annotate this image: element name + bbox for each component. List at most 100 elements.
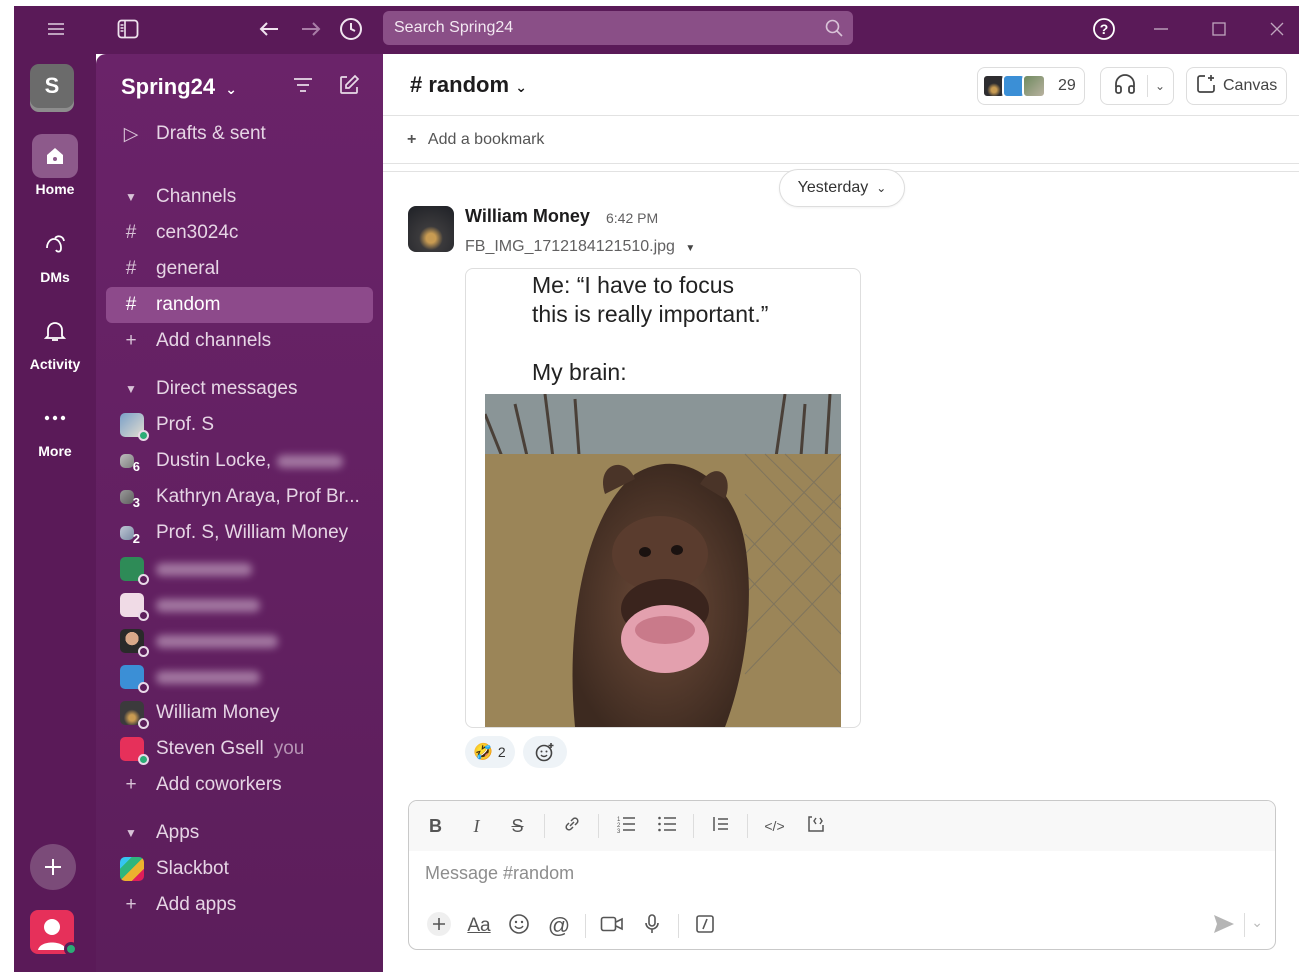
message-author[interactable]: William Money — [465, 206, 590, 227]
dm-item[interactable] — [106, 659, 373, 695]
bulleted-list-icon[interactable] — [646, 815, 687, 838]
divider — [1244, 913, 1245, 937]
code-block-icon[interactable] — [795, 815, 836, 838]
apps-section-header[interactable]: ▼ Apps — [106, 815, 373, 851]
emoji-icon[interactable] — [499, 913, 539, 940]
rail-dms[interactable]: DMs — [14, 222, 96, 285]
blockquote-icon[interactable] — [700, 815, 741, 838]
chevron-down-icon[interactable]: ⌄ — [1155, 79, 1165, 93]
help-icon[interactable]: ? — [1089, 14, 1119, 44]
canvas-icon — [1195, 73, 1217, 100]
presence-indicator — [64, 942, 78, 956]
compose-icon[interactable] — [338, 74, 360, 101]
members-button[interactable]: 29 — [977, 67, 1085, 105]
workspace-switcher[interactable]: S — [30, 64, 74, 108]
add-channels-button[interactable]: + Add channels — [106, 323, 373, 359]
italic-icon[interactable]: I — [456, 816, 497, 837]
sidebar-item-slackbot[interactable]: Slackbot — [106, 851, 373, 887]
ordered-list-icon[interactable]: 123 — [605, 815, 646, 838]
dm-item[interactable]: 2 Prof. S, William Money — [106, 515, 373, 551]
close-icon[interactable] — [1262, 14, 1292, 44]
bold-icon[interactable]: B — [415, 816, 456, 837]
redacted-name — [156, 670, 260, 684]
history-clock-icon[interactable] — [336, 14, 366, 44]
sidebar-item-random[interactable]: # random — [106, 287, 373, 323]
minimize-icon[interactable] — [1146, 14, 1176, 44]
goat-photo — [485, 394, 841, 727]
add-coworkers-button[interactable]: + Add coworkers — [106, 767, 373, 803]
dm-item[interactable] — [106, 623, 373, 659]
video-icon[interactable] — [592, 915, 632, 938]
rail-dms-label: DMs — [40, 269, 70, 285]
dms-section-header[interactable]: ▼ Direct messages — [106, 371, 373, 407]
avatar[interactable] — [408, 206, 454, 252]
send-button[interactable] — [1213, 914, 1235, 939]
svg-text:?: ? — [1100, 21, 1109, 37]
message-input[interactable]: Message #random — [425, 863, 574, 884]
caret-down-icon: ▼ — [685, 243, 696, 254]
filter-icon[interactable] — [292, 76, 314, 99]
back-arrow-icon[interactable] — [254, 14, 284, 44]
chevron-down-icon: ⌄ — [876, 181, 887, 195]
link-icon[interactable] — [551, 815, 592, 838]
mention-icon[interactable]: @ — [539, 913, 579, 939]
text-format-icon[interactable]: Aa — [459, 915, 499, 937]
avatar — [120, 629, 149, 657]
sidebar-toggle-icon[interactable] — [113, 14, 143, 44]
forward-arrow-icon[interactable] — [296, 14, 326, 44]
avatar — [120, 701, 149, 729]
rail-more[interactable]: More — [14, 396, 96, 459]
microphone-icon[interactable] — [632, 913, 672, 940]
sidebar-item-general[interactable]: # general — [106, 251, 373, 287]
plus-icon: + — [125, 774, 137, 795]
dm-item-self[interactable]: Steven Gsell you — [106, 731, 373, 767]
reaction-count: 2 — [497, 744, 506, 760]
add-reaction-button[interactable] — [523, 736, 567, 768]
dm-item[interactable]: Prof. S — [106, 407, 373, 443]
day-divider-button[interactable]: Yesterday ⌄ — [779, 169, 905, 207]
rail-home[interactable]: Home — [14, 134, 96, 197]
search-input[interactable]: Search Spring24 — [383, 11, 853, 45]
message-timestamp[interactable]: 6:42 PM — [606, 210, 658, 226]
formatting-toolbar: B I S 123 </> — [409, 801, 1275, 851]
rofl-emoji-icon: 🤣 — [473, 744, 493, 761]
canvas-button[interactable]: Canvas — [1186, 67, 1287, 105]
huddle-button[interactable]: ⌄ — [1100, 67, 1174, 105]
image-attachment[interactable]: Me: “I have to focus this is really impo… — [465, 268, 861, 728]
file-name[interactable]: FB_IMG_1712184121510.jpg ▼ — [465, 238, 695, 256]
section-label: Direct messages — [156, 378, 298, 399]
sidebar-item-cen3024c[interactable]: # cen3024c — [106, 215, 373, 251]
dm-item[interactable]: 3 Kathryn Araya, Prof Br... — [106, 479, 373, 515]
sidebar-item-drafts[interactable]: ▷ Drafts & sent — [106, 116, 373, 152]
dms-icon — [32, 222, 78, 266]
channels-section-header[interactable]: ▼ Channels — [106, 179, 373, 215]
reaction-pill[interactable]: 🤣 2 — [465, 736, 515, 768]
maximize-icon[interactable] — [1204, 14, 1234, 44]
chevron-down-icon[interactable]: ⌄ — [1251, 914, 1263, 931]
title-bar: Search Spring24 ? — [14, 6, 1299, 54]
code-icon[interactable]: </> — [754, 818, 795, 834]
add-bookmark-label: Add a bookmark — [427, 130, 545, 148]
dm-item[interactable]: William Money — [106, 695, 373, 731]
dm-item[interactable]: 6 Dustin Locke, — [106, 443, 373, 479]
rail-home-label: Home — [35, 181, 75, 197]
slackbot-icon — [120, 857, 144, 881]
sidebar-item-label: cen3024c — [156, 222, 239, 243]
plus-icon[interactable] — [419, 911, 459, 942]
search-icon — [825, 19, 843, 42]
add-workspace-button[interactable] — [30, 844, 76, 890]
hash-symbol: # — [410, 72, 423, 97]
add-bookmark-button[interactable]: + Add a bookmark — [407, 131, 544, 149]
channel-name-button[interactable]: # random ⌄ — [410, 72, 527, 98]
dm-item[interactable] — [106, 551, 373, 587]
avatar — [120, 665, 149, 693]
member-avatar — [1022, 74, 1046, 98]
menu-icon[interactable] — [41, 14, 71, 44]
workspace-menu[interactable]: Spring24 ⌄ — [121, 74, 237, 100]
dm-item[interactable] — [106, 587, 373, 623]
rail-activity[interactable]: Activity — [14, 309, 96, 372]
slash-command-icon[interactable] — [685, 914, 725, 939]
add-apps-button[interactable]: + Add apps — [106, 887, 373, 923]
home-icon — [32, 134, 78, 178]
strikethrough-icon[interactable]: S — [497, 816, 538, 837]
